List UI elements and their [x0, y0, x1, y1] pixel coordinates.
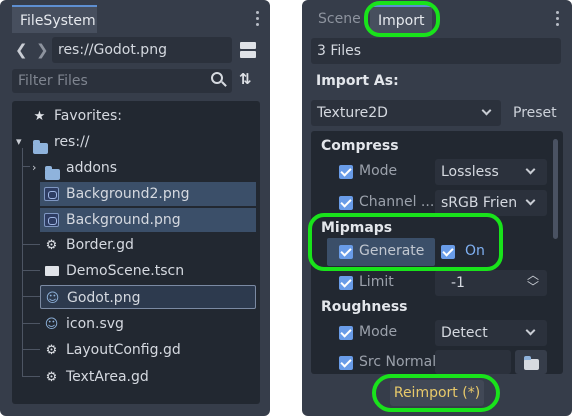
compress-mode-row: Mode Lossless [335, 159, 547, 185]
rough-mode-checkbox[interactable] [339, 326, 353, 340]
godot-logo-icon: ☺ [45, 291, 60, 306]
forward-arrow-icon[interactable]: ❯ [36, 41, 49, 59]
src-normal-row: Src Normal [335, 350, 547, 376]
gear-icon: ⚙ [45, 238, 58, 253]
filesystem-dock: FileSystem ❮ ❯ res://Godot.png Filter Fi… [0, 0, 270, 416]
limit-row: Limit -1 ︿ ﹀ [335, 269, 547, 296]
tree-item-layoutconfig[interactable]: ⚙ LayoutConfig.gd [40, 338, 256, 362]
folder-icon [33, 140, 48, 154]
chevron-down-icon [525, 164, 536, 175]
limit-checkbox[interactable] [339, 276, 353, 290]
path-field[interactable]: res://Godot.png [52, 37, 232, 63]
tree-item-godot-png[interactable]: ☺ Godot.png [40, 285, 256, 309]
godot-logo-icon: ☺ [44, 317, 59, 332]
import-type-select[interactable]: Texture2D [311, 100, 501, 126]
chevron-right-icon[interactable]: › [32, 156, 36, 180]
src-normal-checkbox[interactable] [339, 356, 353, 370]
tree-item-textarea[interactable]: ⚙ TextArea.gd [40, 365, 256, 389]
tree-item-addons[interactable]: › addons [30, 156, 256, 180]
star-icon: ★ [33, 109, 46, 124]
tab-filesystem[interactable]: FileSystem [12, 5, 97, 33]
tree-item-demoscene[interactable]: DemoScene.tscn [40, 259, 256, 283]
highlight-reimport [372, 374, 500, 412]
dock-menu-icon[interactable] [256, 11, 260, 29]
chevron-down-icon [525, 195, 536, 206]
highlight-import-tab [364, 1, 440, 37]
gear-icon: ⚙ [45, 343, 58, 358]
tree-item-border-gd[interactable]: ⚙ Border.gd [40, 233, 256, 257]
file-tree: ★ Favorites: ▾ res:// › addons Backgroun… [12, 101, 260, 404]
clapperboard-icon [45, 266, 59, 276]
preset-button[interactable]: Preset [513, 105, 557, 121]
split-view-icon[interactable] [240, 42, 256, 58]
highlight-mipmaps [308, 213, 503, 271]
folder-icon [45, 166, 60, 180]
chevron-down-icon[interactable]: ▾ [16, 130, 22, 154]
src-normal-path[interactable] [435, 350, 511, 374]
spin-down-icon[interactable]: ﹀ [527, 281, 539, 293]
files-count: 3 Files [311, 38, 561, 64]
scrollbar-thumb[interactable] [553, 139, 558, 239]
section-compress[interactable]: Compress [321, 134, 549, 158]
src-normal-browse-button[interactable] [515, 350, 547, 374]
tree-item-background[interactable]: Background.png [40, 208, 256, 232]
chevron-down-icon [525, 325, 536, 336]
compress-mode-select[interactable]: Lossless [435, 159, 547, 185]
section-roughness[interactable]: Roughness [321, 295, 549, 319]
sort-icon[interactable]: ⇅ [239, 70, 252, 88]
channel-checkbox[interactable] [339, 196, 353, 210]
gear-icon: ⚙ [45, 370, 58, 385]
root-folder-item[interactable]: ▾ res:// [16, 130, 256, 154]
limit-spinbox[interactable]: -1 ︿ ﹀ [435, 269, 547, 296]
folder-icon [524, 356, 539, 370]
rough-mode-select[interactable]: Detect [435, 320, 547, 346]
roughness-mode-row: Mode Detect [335, 320, 547, 346]
image-file-icon [44, 213, 59, 227]
import-dock: Scene Import 3 Files Import As: Texture2… [302, 0, 572, 416]
filter-files-input[interactable]: Filter Files [12, 69, 232, 93]
chevron-down-icon [481, 105, 492, 116]
tree-item-background2[interactable]: Background2.png [40, 182, 256, 206]
tree-item-icon-svg[interactable]: ☺ icon.svg [40, 312, 256, 336]
back-arrow-icon[interactable]: ❮ [15, 41, 28, 59]
favorites-item[interactable]: ★ Favorites: [32, 104, 252, 128]
import-as-label: Import As: [316, 73, 399, 89]
mode-checkbox[interactable] [339, 165, 353, 179]
dock-menu-icon[interactable] [556, 11, 560, 29]
tab-scene[interactable]: Scene [310, 5, 369, 33]
image-file-icon [44, 187, 59, 201]
